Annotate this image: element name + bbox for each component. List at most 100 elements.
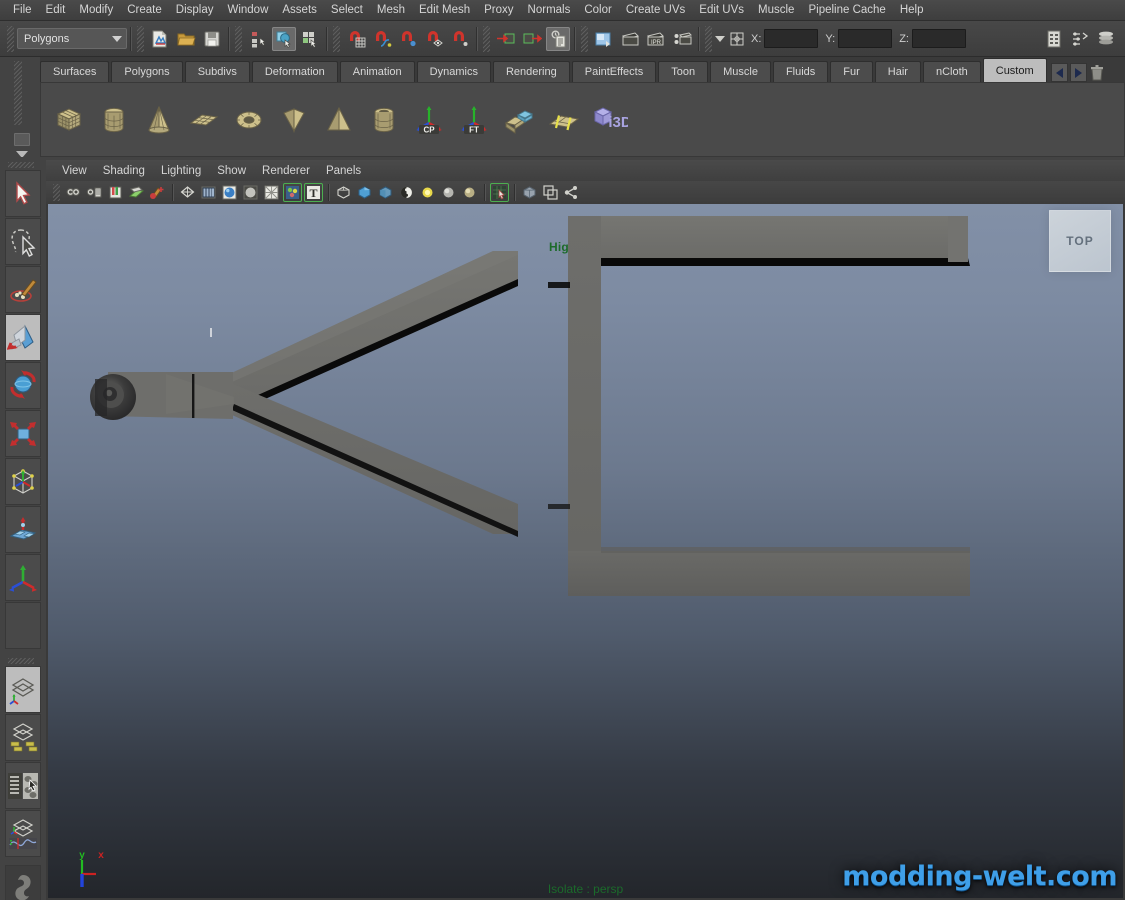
shelf-tab-hair[interactable]: Hair <box>874 61 921 82</box>
xray-joints-icon[interactable] <box>520 183 539 202</box>
group-grip[interactable] <box>235 25 242 52</box>
bookmark-icon[interactable] <box>106 183 125 202</box>
render-settings-icon[interactable] <box>670 27 694 51</box>
copy-pivot-icon[interactable]: CP <box>409 100 449 140</box>
shelf-tab-deformation[interactable]: Deformation <box>251 61 338 82</box>
menu-item-help[interactable]: Help <box>893 2 931 18</box>
share-node-icon[interactable] <box>541 183 560 202</box>
menu-item-create-uvs[interactable]: Create UVs <box>619 2 692 18</box>
snap-to-grid-icon[interactable] <box>344 27 368 51</box>
z-input[interactable] <box>911 29 966 48</box>
menu-set-selector[interactable]: Polygons <box>17 28 127 49</box>
select-camera-icon[interactable] <box>64 183 83 202</box>
maya-logo-icon[interactable] <box>5 865 41 900</box>
smooth-shade-all-icon[interactable] <box>199 183 218 202</box>
menu-item-file[interactable]: File <box>6 2 39 18</box>
shaded-sphere-icon[interactable] <box>220 183 239 202</box>
polygon-cylinder-icon[interactable] <box>94 100 134 140</box>
group-grip[interactable] <box>483 25 490 52</box>
shelf-tab-rendering[interactable]: Rendering <box>492 61 570 82</box>
menu-item-display[interactable]: Display <box>169 2 221 18</box>
polygon-torus-icon[interactable] <box>229 100 269 140</box>
render-current-frame-icon[interactable] <box>592 27 616 51</box>
four-view-layout-icon[interactable] <box>5 714 41 761</box>
panel-menu-lighting[interactable]: Lighting <box>153 163 209 179</box>
shelf-tab-dynamics[interactable]: Dynamics <box>416 61 491 82</box>
last-tool-used-icon[interactable] <box>5 602 41 649</box>
shelf-tab-next-icon[interactable] <box>1069 63 1087 82</box>
construction-history-icon[interactable] <box>546 26 570 51</box>
use-default-lighting-icon[interactable]: T <box>304 183 323 202</box>
wireframe-on-shaded-icon[interactable] <box>262 183 281 202</box>
shelf-grip[interactable] <box>14 61 22 125</box>
wireframe-shading-icon[interactable] <box>178 183 197 202</box>
transform-manipulator-icon[interactable] <box>728 30 746 48</box>
lights-all-icon[interactable] <box>334 183 353 202</box>
snap-to-view-plane-icon[interactable] <box>448 27 472 51</box>
menu-item-normals[interactable]: Normals <box>521 2 578 18</box>
i3d-export-icon[interactable]: i3D <box>589 100 629 140</box>
exposure-icon[interactable] <box>397 183 416 202</box>
menu-item-pipeline-cache[interactable]: Pipeline Cache <box>801 2 892 18</box>
ipr-render-icon[interactable] <box>618 27 642 51</box>
xray-display-icon[interactable] <box>376 183 395 202</box>
freeze-transform-icon[interactable]: FT <box>454 100 494 140</box>
output-connections-icon[interactable] <box>520 27 544 51</box>
panel-toolbar-grip[interactable] <box>53 184 60 201</box>
scale-tool-icon[interactable] <box>5 410 41 457</box>
group-grip[interactable] <box>137 25 144 52</box>
polygon-plane-icon[interactable] <box>184 100 224 140</box>
menu-item-color[interactable]: Color <box>577 2 618 18</box>
menu-item-edit-uvs[interactable]: Edit UVs <box>692 2 751 18</box>
channel-box-icon[interactable] <box>1094 27 1118 51</box>
select-tool-icon[interactable] <box>5 170 41 217</box>
image-plane-icon[interactable] <box>127 183 146 202</box>
shelf-tab-polygons[interactable]: Polygons <box>111 61 183 82</box>
panel-menu-shading[interactable]: Shading <box>95 163 153 179</box>
two-d-pan-zoom-icon[interactable] <box>148 183 167 202</box>
light-point-icon[interactable] <box>418 183 437 202</box>
move-tool-icon[interactable] <box>5 314 41 361</box>
light-ambient-icon[interactable] <box>439 183 458 202</box>
group-grip[interactable] <box>333 25 340 52</box>
snap-to-point-icon[interactable] <box>396 27 420 51</box>
open-scene-icon[interactable] <box>174 27 198 51</box>
shelf-tab-custom[interactable]: Custom <box>982 58 1047 82</box>
menu-item-edit-mesh[interactable]: Edit Mesh <box>412 2 477 18</box>
menu-item-proxy[interactable]: Proxy <box>477 2 520 18</box>
shelf-tab-subdivs[interactable]: Subdivs <box>184 61 250 82</box>
universal-manipulator-icon[interactable] <box>5 458 41 505</box>
group-grip[interactable] <box>581 25 588 52</box>
shelf-tab-toon[interactable]: Toon <box>658 61 709 82</box>
menu-item-assets[interactable]: Assets <box>275 2 324 18</box>
menu-item-muscle[interactable]: Muscle <box>751 2 801 18</box>
paint-select-tool-icon[interactable] <box>5 266 41 313</box>
shelf-tab-painteffects[interactable]: PaintEffects <box>571 61 657 82</box>
selection-mask-object-icon[interactable] <box>272 26 296 51</box>
attribute-editor-icon[interactable] <box>1042 27 1066 51</box>
viewport-3d[interactable]: High Quality TOP <box>48 204 1123 898</box>
save-scene-icon[interactable] <box>200 27 224 51</box>
snap-to-curve-icon[interactable] <box>370 27 394 51</box>
light-sphere-icon[interactable] <box>460 183 479 202</box>
menu-item-select[interactable]: Select <box>324 2 370 18</box>
transform-mode-chevron-icon[interactable] <box>715 35 725 42</box>
snap-to-projected-center-icon[interactable] <box>422 27 446 51</box>
layout-grip[interactable] <box>8 658 34 664</box>
shadows-icon[interactable] <box>355 183 374 202</box>
menu-item-modify[interactable]: Modify <box>72 2 120 18</box>
menu-item-edit[interactable]: Edit <box>39 2 73 18</box>
input-connections-icon[interactable] <box>494 27 518 51</box>
rotate-tool-icon[interactable] <box>5 362 41 409</box>
new-scene-icon[interactable] <box>148 27 172 51</box>
shelf-tab-prev-icon[interactable] <box>1050 63 1068 82</box>
flat-shade-icon[interactable] <box>241 183 260 202</box>
lasso-select-tool-icon[interactable] <box>5 218 41 265</box>
menu-item-window[interactable]: Window <box>220 2 275 18</box>
single-perspective-layout-icon[interactable] <box>5 666 41 713</box>
persp-graph-layout-icon[interactable] <box>5 810 41 857</box>
panel-menu-panels[interactable]: Panels <box>318 163 369 179</box>
polygon-cone-icon[interactable] <box>139 100 179 140</box>
polygon-cube-icon[interactable] <box>49 100 89 140</box>
shelf-tab-surfaces[interactable]: Surfaces <box>40 61 110 82</box>
